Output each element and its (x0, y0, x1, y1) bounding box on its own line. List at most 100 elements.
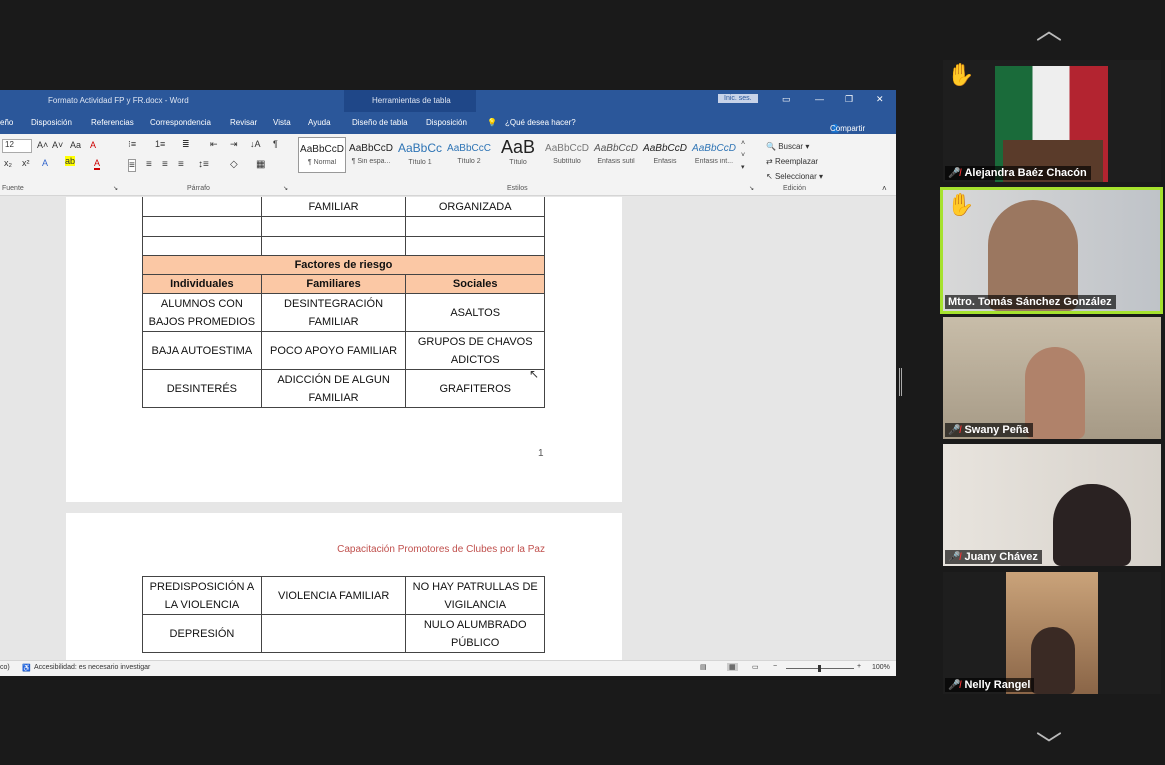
participant-tile[interactable]: 🎤̸ Swany Peña (943, 317, 1161, 439)
zoom-in-icon[interactable]: + (857, 663, 861, 670)
participant-tile-active-speaker[interactable]: ✋ Mtro. Tomás Sánchez González (940, 187, 1163, 314)
style-heading2[interactable]: AaBbCcC Título 2 (445, 137, 493, 173)
style-name: Énfasis (653, 158, 677, 165)
font-color-icon[interactable]: A (94, 158, 101, 170)
tab-mailings[interactable]: Correspondencia (150, 118, 211, 127)
minimize-button[interactable]: — (815, 94, 824, 104)
table-cell: VIOLENCIA FAMILIAR (260, 576, 407, 615)
tell-me-search[interactable]: ¿Qué desea hacer? (505, 118, 576, 127)
scroll-up-icon[interactable]: ︿ (1036, 10, 1062, 47)
tab-table-design[interactable]: Diseño de tabla (352, 118, 408, 127)
zoom-level[interactable]: 100% (872, 664, 890, 671)
page-2: Capacitación Promotores de Clubes por la… (66, 513, 622, 660)
style-name: Énfasis sutil (597, 158, 635, 165)
find-button[interactable]: 🔍 Buscar ▾ (766, 139, 823, 154)
multilevel-list-icon[interactable]: ≣ (182, 139, 190, 150)
tab-table-layout[interactable]: Disposición (426, 118, 467, 127)
accessibility-status[interactable]: Accesibilidad: es necesario investigar (34, 664, 150, 671)
tab-design[interactable]: eño (0, 118, 13, 127)
align-left-icon[interactable]: ≡ (128, 159, 136, 172)
replace-button[interactable]: ⇄ Reemplazar (766, 154, 823, 169)
text-effects-icon[interactable]: A (42, 158, 48, 168)
table-cell (260, 236, 407, 256)
style-emphasis[interactable]: AaBbCcD Énfasis (641, 137, 689, 173)
replace-icon: ⇄ (766, 157, 775, 166)
pilcrow-icon[interactable]: ¶ (273, 139, 278, 149)
shrink-font-icon[interactable]: A˅ (52, 140, 63, 150)
paragraph-dialog-icon[interactable]: ↘ (283, 185, 288, 192)
page-number: 1 (538, 448, 544, 459)
borders-icon[interactable]: ▦ (256, 159, 265, 170)
decrease-indent-icon[interactable]: ⇤ (210, 139, 218, 150)
collapse-ribbon-icon[interactable]: ˄ (882, 184, 887, 193)
raised-hand-icon: ✋ (947, 62, 975, 87)
bullets-icon[interactable]: ⁝≡ (128, 139, 136, 150)
zoom-slider-thumb[interactable] (818, 665, 821, 672)
scroll-down-icon[interactable]: ﹀ (1036, 725, 1062, 762)
highlight-icon[interactable]: ab (65, 156, 76, 166)
superscript-icon[interactable]: x² (22, 158, 30, 168)
tab-layout[interactable]: Disposición (31, 118, 72, 127)
numbering-icon[interactable]: 1≡ (155, 139, 165, 149)
styles-dialog-icon[interactable]: ↘ (749, 185, 754, 192)
style-preview: AaBbCcD (300, 144, 344, 155)
style-normal[interactable]: AaBbCcD ¶ Normal (298, 137, 346, 173)
style-title[interactable]: AaB Título (494, 137, 542, 173)
title-bar: Formato Actividad FP y FR.docx - Word He… (0, 90, 896, 134)
style-name: ¶ Normal (307, 159, 337, 166)
sign-in-button[interactable]: Inic. ses. (718, 94, 758, 103)
table-cell: NO HAY PATRULLAS DE VIGILANCIA (405, 576, 545, 615)
maximize-button[interactable]: ❐ (845, 94, 853, 105)
subscript-icon[interactable]: x₂ (4, 158, 12, 168)
line-spacing-icon[interactable]: ↕≡ (198, 159, 209, 170)
style-subtle-emphasis[interactable]: AaBbCcD Énfasis sutil (592, 137, 640, 173)
shading-icon[interactable]: ◇ (230, 159, 238, 170)
page-1: FAMILIAR ORGANIZADA Factores de riesgo I… (66, 197, 622, 502)
document-area[interactable]: FAMILIAR ORGANIZADA Factores de riesgo I… (0, 197, 896, 660)
font-size-select[interactable]: 12 (2, 139, 32, 153)
video-feed-person (1053, 484, 1131, 566)
select-label: Seleccionar (774, 172, 817, 181)
font-dialog-icon[interactable]: ↘ (113, 185, 118, 192)
accessibility-icon[interactable]: ♿ (22, 664, 31, 672)
clear-format-icon[interactable]: A (90, 140, 96, 150)
increase-indent-icon[interactable]: ⇥ (230, 139, 238, 150)
style-intense-emphasis[interactable]: AaBbCcD Énfasis int... (690, 137, 738, 173)
print-layout-icon[interactable]: ▦ (727, 663, 738, 671)
table-cell (260, 614, 407, 653)
ribbon-tabs: eño Disposición Referencias Corresponden… (0, 112, 896, 134)
participant-tile[interactable]: 🎤̸ Nelly Rangel (943, 572, 1161, 694)
replace-label: Reemplazar (774, 157, 819, 166)
select-button[interactable]: ↖ Seleccionar ▾ (766, 169, 823, 184)
lightbulb-icon: 💡 (487, 118, 497, 127)
close-button[interactable]: ✕ (876, 94, 884, 105)
tab-help[interactable]: Ayuda (308, 118, 331, 127)
tab-references[interactable]: Referencias (91, 118, 134, 127)
ribbon-display-icon[interactable]: ▭ (782, 94, 791, 105)
web-layout-icon[interactable]: ▭ (752, 663, 759, 671)
sort-icon[interactable]: ↓A (250, 139, 261, 149)
participant-name: 🎤̸ Nelly Rangel (945, 678, 1035, 692)
participant-name: 🎤̸ Swany Peña (945, 423, 1033, 437)
read-mode-icon[interactable]: ▤ (700, 663, 707, 671)
cursor-icon: ↖ (766, 172, 775, 181)
table-cell (260, 216, 407, 237)
table-cell: ORGANIZADA (405, 197, 545, 217)
style-subtitle[interactable]: AaBbCcD Subtítulo (543, 137, 591, 173)
styles-scroll-icon[interactable]: ˄ ˅ ▾ (741, 138, 745, 174)
document-title: Formato Actividad FP y FR.docx - Word (48, 96, 189, 105)
justify-icon[interactable]: ≡ (178, 159, 184, 170)
participant-tile[interactable]: ✋ 🎤̸ Alejandra Baéz Chacón (943, 60, 1161, 182)
align-right-icon[interactable]: ≡ (162, 159, 168, 170)
panel-resize-handle[interactable] (899, 368, 902, 396)
style-no-spacing[interactable]: AaBbCcD ¶ Sin espa... (347, 137, 395, 173)
participant-tile[interactable]: 🎤̸ Juany Chávez (943, 444, 1161, 566)
change-case-icon[interactable]: Aa (70, 140, 81, 150)
style-heading1[interactable]: AaBbCc Título 1 (396, 137, 444, 173)
zoom-out-icon[interactable]: − (773, 663, 777, 670)
raised-hand-icon: ✋ (947, 192, 975, 217)
grow-font-icon[interactable]: A˄ (37, 140, 48, 150)
tab-review[interactable]: Revisar (230, 118, 257, 127)
tab-view[interactable]: Vista (273, 118, 291, 127)
align-center-icon[interactable]: ≡ (146, 159, 152, 170)
